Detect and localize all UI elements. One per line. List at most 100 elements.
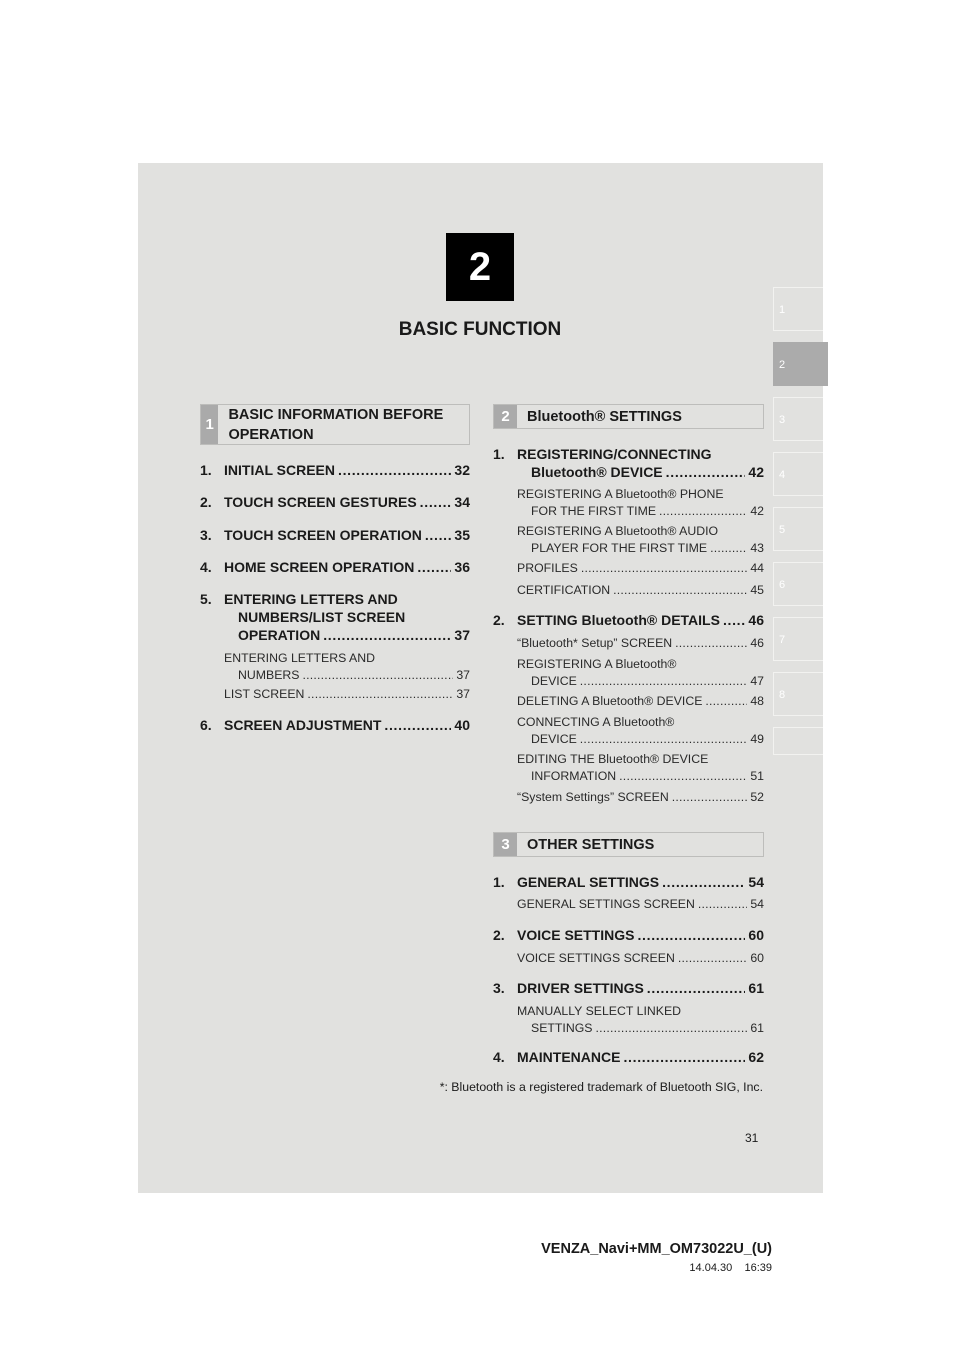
entry-title-line: TOUCH SCREEN OPERATION 35 [224,526,470,544]
toc-topic-entry[interactable]: ENTERING LETTERS AND NUMBERS 37 [224,650,470,683]
toc-topic-entry[interactable]: CERTIFICATION 45 [517,582,764,599]
toc-topic-entry[interactable]: GENERAL SETTINGS SCREEN 54 [517,896,764,913]
toc-topic-entry[interactable]: “Bluetooth* Setup” SCREEN 46 [517,635,764,652]
dot-leader [307,686,453,703]
entry-number: 1. [493,874,505,890]
section-header-2: 2 Bluetooth® SETTINGS [493,404,764,429]
entry-title: REGISTERING A Bluetooth® PHONE [517,487,724,501]
entry-title-line: CERTIFICATION 45 [517,582,764,599]
entry-number: 2. [493,612,505,628]
section-header-1: 1 BASIC INFORMATION BEFORE OPERATION [200,404,470,445]
toc-chapter-entry[interactable]: 2. VOICE SETTINGS 60 [493,926,764,944]
entry-title: VOICE SETTINGS [517,927,635,943]
side-tab-1[interactable]: 1 [773,287,823,331]
chapter-number: 2 [446,233,514,301]
footnote: *: Bluetooth is a registered trademark o… [439,1080,763,1094]
toc-chapter-entry[interactable]: 2. SETTING Bluetooth® DETAILS 46 [493,611,764,629]
toc-topic-entry[interactable]: CONNECTING A Bluetooth® DEVICE 49 [517,714,764,747]
entry-title-line: MANUALLY SELECT LINKED [517,1003,764,1020]
toc-chapter-entry[interactable]: 3. TOUCH SCREEN OPERATION 35 [200,526,470,544]
toc-topic-entry[interactable]: LIST SCREEN 37 [224,686,470,703]
entry-number: 1. [493,446,505,462]
entry-number: 2. [200,494,212,510]
entry-page-number: 37 [456,687,470,701]
entry-page-number: 34 [454,494,470,510]
section-title: Bluetooth® SETTINGS [527,408,682,425]
entry-title: NUMBERS/LIST SCREEN [238,609,406,625]
entry-title-line: DEVICE 47 [517,673,764,690]
toc-chapter-entry[interactable]: 1. INITIAL SCREEN 32 [200,461,470,479]
entry-page-number: 40 [454,717,470,733]
dot-leader [581,560,747,577]
side-tab-8[interactable]: 8 [773,672,823,716]
toc-chapter-entry[interactable]: 2. TOUCH SCREEN GESTURES 34 [200,493,470,511]
side-tab-2[interactable]: 2 [773,342,828,386]
toc-topic-entry[interactable]: REGISTERING A Bluetooth® AUDIO PLAYER FOR… [517,523,764,556]
toc-chapter-entry[interactable]: 5. ENTERING LETTERS AND NUMBERS/LIST SCREE… [200,590,470,644]
entry-title-line: “System Settings” SCREEN 52 [517,789,764,806]
dot-leader [338,461,451,479]
entry-title: “Bluetooth* Setup” SCREEN [517,636,673,650]
entry-title: FOR THE FIRST TIME [531,503,657,518]
entry-title-line: REGISTERING A Bluetooth® PHONE [517,486,764,503]
toc-chapter-entry[interactable]: 1. GENERAL SETTINGS 54 [493,873,764,891]
toc-chapter-entry[interactable]: 3. DRIVER SETTINGS 61 [493,979,764,997]
entry-title: Bluetooth® DEVICE [531,464,663,480]
dot-leader [662,873,745,891]
toc-topic-entry[interactable]: VOICE SETTINGS SCREEN 60 [517,950,764,967]
entry-title-line: SETTINGS 61 [517,1020,764,1037]
dot-leader [323,626,451,644]
entry-title-line: DELETING A Bluetooth® DEVICE 48 [517,693,764,710]
entry-title: ENTERING LETTERS AND [224,591,398,607]
entry-title: NUMBERS [238,667,300,682]
toc-chapter-entry[interactable]: 1. REGISTERING/CONNECTING Bluetooth® DEVIC… [493,445,764,481]
toc-chapter-entry[interactable]: 4. MAINTENANCE 62 [493,1048,764,1066]
entry-title-line: VOICE SETTINGS SCREEN 60 [517,950,764,967]
side-tab-blank[interactable] [773,727,823,755]
entry-number: 4. [493,1049,505,1065]
side-tab-7[interactable]: 7 [773,617,823,661]
entry-page-number: 36 [454,559,470,575]
dot-leader [723,611,745,629]
entry-number: 3. [493,980,505,996]
entry-title-line: Bluetooth® DEVICE 42 [517,463,764,481]
entry-page-number: 61 [750,1020,764,1035]
toc-topic-entry[interactable]: EDITING THE Bluetooth® DEVICE INFORMATION… [517,751,764,784]
dot-leader [596,1020,748,1037]
entry-title: LIST SCREEN [224,687,305,701]
entry-page-number: 44 [750,561,764,575]
side-tab-4[interactable]: 4 [773,452,823,496]
entry-title: EDITING THE Bluetooth® DEVICE [517,752,709,766]
toc-chapter-entry[interactable]: 6. SCREEN ADJUSTMENT 40 [200,716,470,734]
section-title: BASIC INFORMATION BEFORE OPERATION [228,406,444,443]
dot-leader [678,950,747,967]
side-tab-5[interactable]: 5 [773,507,823,551]
entry-title: REGISTERING A Bluetooth® AUDIO [517,524,719,538]
entry-title-line: REGISTERING A Bluetooth® [517,656,764,673]
entry-page-number: 52 [750,790,764,804]
entry-title-line: INFORMATION 51 [517,768,764,785]
entry-title: DEVICE [531,731,577,746]
toc-topic-entry[interactable]: REGISTERING A Bluetooth® PHONE FOR THE FI… [517,486,764,519]
entry-title: GENERAL SETTINGS SCREEN [517,897,695,911]
entry-title: “System Settings” SCREEN [517,790,669,804]
entry-title: DELETING A Bluetooth® DEVICE [517,694,703,708]
toc-topic-entry[interactable]: REGISTERING A Bluetooth® DEVICE 47 [517,656,764,689]
entry-title-line: GENERAL SETTINGS 54 [517,873,764,891]
section-number: 2 [494,405,517,428]
entry-page-number: 48 [750,694,764,708]
toc-topic-entry[interactable]: PROFILES 44 [517,560,764,577]
entry-title: ENTERING LETTERS AND [224,651,376,665]
toc-topic-entry[interactable]: MANUALLY SELECT LINKED SETTINGS 61 [517,1003,764,1036]
toc-chapter-entry[interactable]: 4. HOME SCREEN OPERATION 36 [200,558,470,576]
date: 14.04.30 [689,1262,733,1274]
toc-topic-entry[interactable]: DELETING A Bluetooth® DEVICE 48 [517,693,764,710]
dot-leader [417,558,451,576]
entry-number: 5. [200,591,212,607]
toc-topic-entry[interactable]: “System Settings” SCREEN 52 [517,789,764,806]
side-tab-3[interactable]: 3 [773,397,823,441]
entry-title-line: PLAYER FOR THE FIRST TIME 43 [517,540,764,557]
dot-leader [675,635,747,652]
dot-leader [698,896,747,913]
side-tab-6[interactable]: 6 [773,562,823,606]
